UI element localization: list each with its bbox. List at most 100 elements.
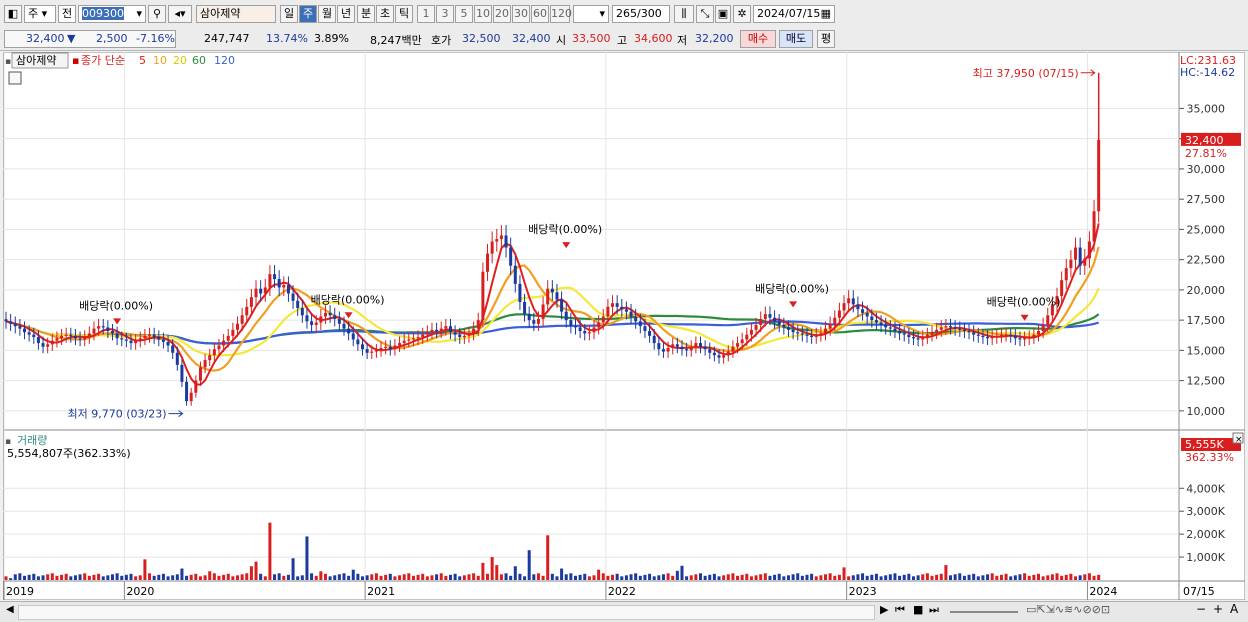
volume-bar xyxy=(573,575,577,580)
volume-bar xyxy=(282,575,286,580)
price-tick-label: 30,000 xyxy=(1187,163,1226,176)
volume-bar xyxy=(416,574,420,580)
candle-body xyxy=(893,328,897,332)
code-input[interactable]: 009300 ▾ xyxy=(78,5,146,23)
volume-bar xyxy=(1036,573,1040,580)
close-icon[interactable]: × xyxy=(1235,435,1243,445)
volume-bar xyxy=(273,574,277,580)
candle-body xyxy=(198,367,202,381)
min-20[interactable]: 20 xyxy=(493,5,511,23)
stop-icon[interactable]: ■ xyxy=(913,603,923,616)
volume-bar xyxy=(245,573,249,580)
candle-icon[interactable]: ⫼ xyxy=(674,5,694,23)
scroll-left-icon[interactable]: ◀ xyxy=(6,604,14,615)
candle-body xyxy=(175,352,179,365)
volume-bar xyxy=(328,576,332,580)
candle-body xyxy=(986,337,990,339)
candle-body xyxy=(652,335,656,344)
candle-body xyxy=(907,334,911,338)
legend-ma5: 5 xyxy=(139,54,146,67)
volume-bar xyxy=(495,565,499,580)
speaker-icon[interactable]: ◂▾ xyxy=(168,5,192,23)
drawing-tools-icon[interactable]: ▭⇱⇲∿≋∿⊘⊘⊡ xyxy=(1026,603,1110,616)
candle-body xyxy=(962,329,966,332)
auto-scale-icon[interactable]: A xyxy=(1230,602,1238,616)
volume-bar xyxy=(296,576,300,580)
zoom-slider[interactable] xyxy=(950,611,1018,613)
volume-bar xyxy=(504,573,508,580)
candle-body xyxy=(110,331,114,334)
candle-body xyxy=(115,333,119,339)
tab-minute[interactable]: 분 xyxy=(357,5,375,23)
tab-year[interactable]: 년 xyxy=(337,5,355,23)
candle-body xyxy=(1074,247,1078,260)
volume-bar xyxy=(648,573,652,580)
min-1[interactable]: 1 xyxy=(417,5,435,23)
layout-icon[interactable]: ◧ xyxy=(4,5,22,23)
avg-button[interactable]: 평 xyxy=(817,30,835,48)
volume-bar xyxy=(120,575,124,580)
sell-button[interactable]: 매도 xyxy=(779,30,813,48)
low-label: 저 xyxy=(677,34,688,47)
candle-body xyxy=(810,335,814,338)
min-120[interactable]: 120 xyxy=(550,5,572,23)
count-input[interactable]: 265/300 xyxy=(612,5,670,23)
market-select[interactable]: 주 ▾ xyxy=(24,5,56,23)
candle-body xyxy=(268,274,272,288)
candle-body xyxy=(453,332,457,335)
tab-week[interactable]: 주 xyxy=(299,5,317,23)
scroll-track[interactable] xyxy=(18,605,875,620)
zoom-out-icon[interactable]: − xyxy=(1196,602,1206,616)
chart-svg[interactable]: 10,000 12,500 15,000 17,500 20,000 22,500 25,0… xyxy=(2,51,1246,601)
volume-bar xyxy=(55,575,59,580)
search-icon[interactable]: ⚲ xyxy=(148,5,166,23)
min-60[interactable]: 60 xyxy=(531,5,549,23)
volume-bar xyxy=(458,576,462,580)
open-price: 33,500 xyxy=(572,32,611,45)
min-5[interactable]: 5 xyxy=(455,5,473,23)
crosshair-icon[interactable]: ⤡ xyxy=(696,5,714,23)
candle-body xyxy=(851,298,855,305)
volume-bar xyxy=(365,575,369,580)
quote-bar: 32,400 ▼ 2,500 -7.16% 247,747 13.74% 3.8… xyxy=(0,28,1248,51)
volume-bar xyxy=(861,573,865,580)
volume-bar xyxy=(981,575,985,580)
tab-tick[interactable]: 틱 xyxy=(395,5,413,23)
min-10[interactable]: 10 xyxy=(474,5,492,23)
candle-body xyxy=(323,312,327,317)
candle-body xyxy=(379,347,383,351)
candle-body xyxy=(573,326,577,328)
time-tick-label: 2020 xyxy=(126,585,154,598)
tab-second[interactable]: 초 xyxy=(376,5,394,23)
volume-bar xyxy=(740,574,744,580)
date-input[interactable]: 2024/07/15 ▦ xyxy=(753,5,835,23)
rewind-icon[interactable]: ⏮ xyxy=(895,603,905,617)
gear-icon[interactable]: ✲ xyxy=(733,5,751,23)
candle-body xyxy=(1032,334,1036,338)
tab-day[interactable]: 일 xyxy=(280,5,298,23)
stock-name[interactable]: 삼아제약 xyxy=(196,5,276,23)
candle-body xyxy=(541,304,545,319)
forward-icon[interactable]: ⏭ xyxy=(929,603,939,617)
candle-body xyxy=(509,247,513,266)
volume-bar xyxy=(18,573,22,580)
candle-body xyxy=(1009,334,1013,336)
candle-body xyxy=(254,288,258,298)
volume-bar xyxy=(518,573,522,580)
candle-body xyxy=(648,331,652,336)
zoom-in-icon[interactable]: + xyxy=(1213,602,1223,616)
volume-bar xyxy=(110,574,114,580)
scroll-right-icon[interactable]: ▶ xyxy=(880,603,888,616)
type-select[interactable]: 전 xyxy=(58,5,76,23)
tab-month[interactable]: 월 xyxy=(318,5,336,23)
min-30[interactable]: 30 xyxy=(512,5,530,23)
candle-body xyxy=(472,328,476,334)
save-icon[interactable]: ▣ xyxy=(715,5,731,23)
table-icon[interactable] xyxy=(8,71,22,85)
chart-area[interactable]: 10,000 12,500 15,000 17,500 20,000 22,500 25,0… xyxy=(2,51,1246,601)
custom-period-select[interactable]: ▾ xyxy=(573,5,609,23)
scroll-bar[interactable]: ◀ ▶ ⏮ ■ ⏭ ▭⇱⇲∿≋∿⊘⊘⊡ − + A xyxy=(0,601,1248,622)
volume-bar xyxy=(323,573,327,580)
min-3[interactable]: 3 xyxy=(436,5,454,23)
buy-button[interactable]: 매수 xyxy=(740,30,776,48)
